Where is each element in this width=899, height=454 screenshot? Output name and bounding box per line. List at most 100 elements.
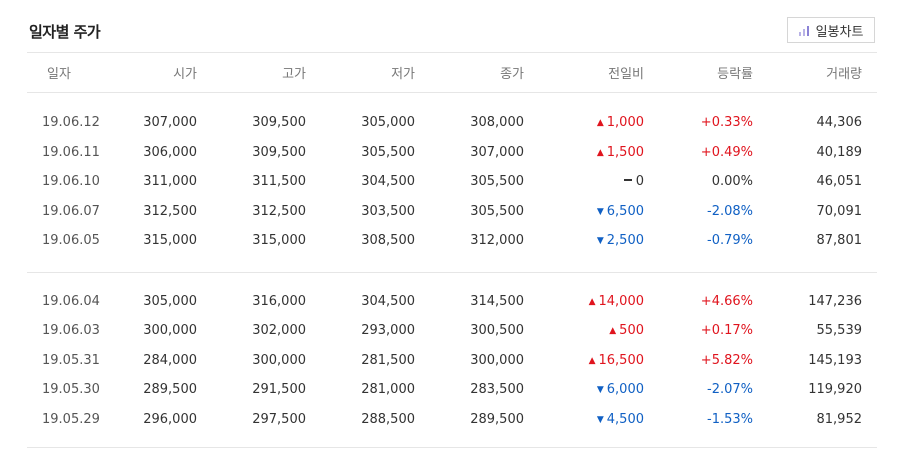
cell-open: 311,000	[143, 174, 197, 190]
cell-change: ▼ 6,000	[524, 382, 644, 397]
cell-date: 19.06.04	[42, 293, 100, 309]
cell-open: 289,500	[143, 382, 197, 398]
cell-open: 315,000	[143, 233, 197, 249]
cell-close: 314,500	[470, 293, 524, 309]
cell-close: 289,500	[470, 411, 524, 427]
cell-date: 19.05.29	[42, 411, 100, 427]
up-triangle-icon: ▲	[596, 118, 604, 129]
table-row: 19.05.29 296,000 297,500 288,500 289,500 ▼ 4,5…	[27, 405, 877, 435]
cell-change: 0	[524, 174, 644, 189]
down-triangle-icon: ▼	[596, 385, 604, 396]
cell-volume: 46,051	[816, 174, 863, 190]
bar-chart-icon	[798, 25, 811, 36]
table-row-group: 19.06.04 305,000 316,000 304,500 314,500 ▲ 14,…	[27, 273, 877, 448]
cell-change-value: 2,500	[606, 233, 644, 249]
cell-close: 305,500	[470, 203, 524, 219]
cell-rate: +5.82%	[700, 352, 753, 368]
cell-close: 305,500	[470, 174, 524, 190]
cell-close: 312,000	[470, 233, 524, 249]
cell-rate: 0.00%	[711, 174, 753, 190]
cell-volume: 70,091	[816, 203, 863, 219]
cell-rate: +0.49%	[700, 144, 753, 160]
cell-change-value: 0	[635, 174, 644, 190]
cell-date: 19.06.12	[42, 115, 100, 131]
cell-volume: 87,801	[816, 233, 863, 249]
header-close: 종가	[500, 67, 524, 82]
cell-close: 308,000	[470, 115, 524, 131]
cell-high: 302,000	[252, 323, 306, 339]
daily-chart-button[interactable]: 일봉차트	[787, 17, 875, 43]
cell-change: ▼ 4,500	[524, 412, 644, 427]
section-title: 일자별 주가	[29, 23, 101, 41]
cell-high: 309,500	[252, 115, 306, 131]
cell-rate: -2.08%	[707, 203, 753, 219]
cell-change-value: 6,000	[606, 382, 644, 398]
cell-change-value: 14,000	[598, 293, 645, 309]
cell-date: 19.06.03	[42, 323, 100, 339]
cell-low: 304,500	[361, 293, 415, 309]
cell-change-value: 500	[619, 323, 644, 339]
cell-low: 305,500	[361, 144, 415, 160]
cell-rate: -2.07%	[707, 382, 753, 398]
table-row: 19.05.30 289,500 291,500 281,000 283,500 ▼ 6,0…	[27, 375, 877, 405]
cell-close: 300,000	[470, 352, 524, 368]
table-body: 19.06.12 307,000 309,500 305,000 308,000 ▲ 1,0…	[27, 93, 877, 448]
cell-date: 19.05.30	[42, 382, 100, 398]
up-triangle-icon: ▲	[588, 355, 596, 366]
cell-low: 293,000	[361, 323, 415, 339]
down-triangle-icon: ▼	[596, 414, 604, 425]
cell-open: 307,000	[143, 115, 197, 131]
cell-change: ▲ 500	[524, 323, 644, 338]
cell-open: 305,000	[143, 293, 197, 309]
header-date: 일자	[47, 67, 71, 82]
cell-close: 307,000	[470, 144, 524, 160]
daily-price-table: 일자 시가 고가 저가 종가 전일비 등락률 거래량 19.06.12 307,0…	[27, 52, 877, 448]
cell-date: 19.05.31	[42, 352, 100, 368]
table-row: 19.06.12 307,000 309,500 305,000 308,000 ▲ 1,0…	[27, 108, 877, 138]
cell-volume: 145,193	[808, 352, 862, 368]
cell-open: 306,000	[143, 144, 197, 160]
table-row: 19.06.04 305,000 316,000 304,500 314,500 ▲ 14,…	[27, 287, 877, 317]
down-triangle-icon: ▼	[596, 236, 604, 247]
cell-date: 19.06.05	[42, 233, 100, 249]
cell-change: ▲ 1,000	[524, 115, 644, 130]
table-row: 19.06.07 312,500 312,500 303,500 305,500 ▼ 6,5…	[27, 197, 877, 227]
cell-open: 312,500	[143, 203, 197, 219]
header-rate: 등락률	[717, 67, 753, 82]
cell-open: 300,000	[143, 323, 197, 339]
cell-change: ▼ 6,500	[524, 204, 644, 219]
cell-volume: 40,189	[816, 144, 863, 160]
header-open: 시가	[173, 67, 197, 82]
cell-low: 281,000	[361, 382, 415, 398]
cell-change: ▲ 16,500	[524, 353, 644, 368]
cell-volume: 119,920	[808, 382, 862, 398]
table-header: 일자 시가 고가 저가 종가 전일비 등락률 거래량	[27, 52, 877, 93]
cell-volume: 55,539	[816, 323, 863, 339]
table-row: 19.06.10 311,000 311,500 304,500 305,500 0 0.0…	[27, 167, 877, 197]
cell-change: ▲ 14,000	[524, 294, 644, 309]
cell-change: ▲ 1,500	[524, 145, 644, 160]
cell-volume: 44,306	[816, 115, 863, 131]
cell-rate: +0.17%	[700, 323, 753, 339]
table-row-group: 19.06.12 307,000 309,500 305,000 308,000 ▲ 1,0…	[27, 93, 877, 273]
cell-high: 309,500	[252, 144, 306, 160]
cell-change-value: 1,500	[606, 144, 644, 160]
cell-rate: -1.53%	[707, 411, 753, 427]
cell-change-value: 4,500	[606, 411, 644, 427]
cell-volume: 81,952	[816, 411, 863, 427]
cell-change-value: 16,500	[598, 352, 645, 368]
table-row: 19.06.03 300,000 302,000 293,000 300,500 ▲ 500…	[27, 316, 877, 346]
up-triangle-icon: ▲	[588, 296, 596, 307]
cell-change-value: 1,000	[606, 115, 644, 131]
cell-close: 283,500	[470, 382, 524, 398]
cell-date: 19.06.10	[42, 174, 100, 190]
cell-open: 296,000	[143, 411, 197, 427]
cell-volume: 147,236	[808, 293, 862, 309]
cell-low: 303,500	[361, 203, 415, 219]
cell-high: 315,000	[252, 233, 306, 249]
cell-high: 297,500	[252, 411, 306, 427]
header-volume: 거래량	[826, 67, 862, 82]
cell-high: 291,500	[252, 382, 306, 398]
up-triangle-icon: ▲	[596, 147, 604, 158]
daily-chart-button-label: 일봉차트	[815, 24, 864, 40]
